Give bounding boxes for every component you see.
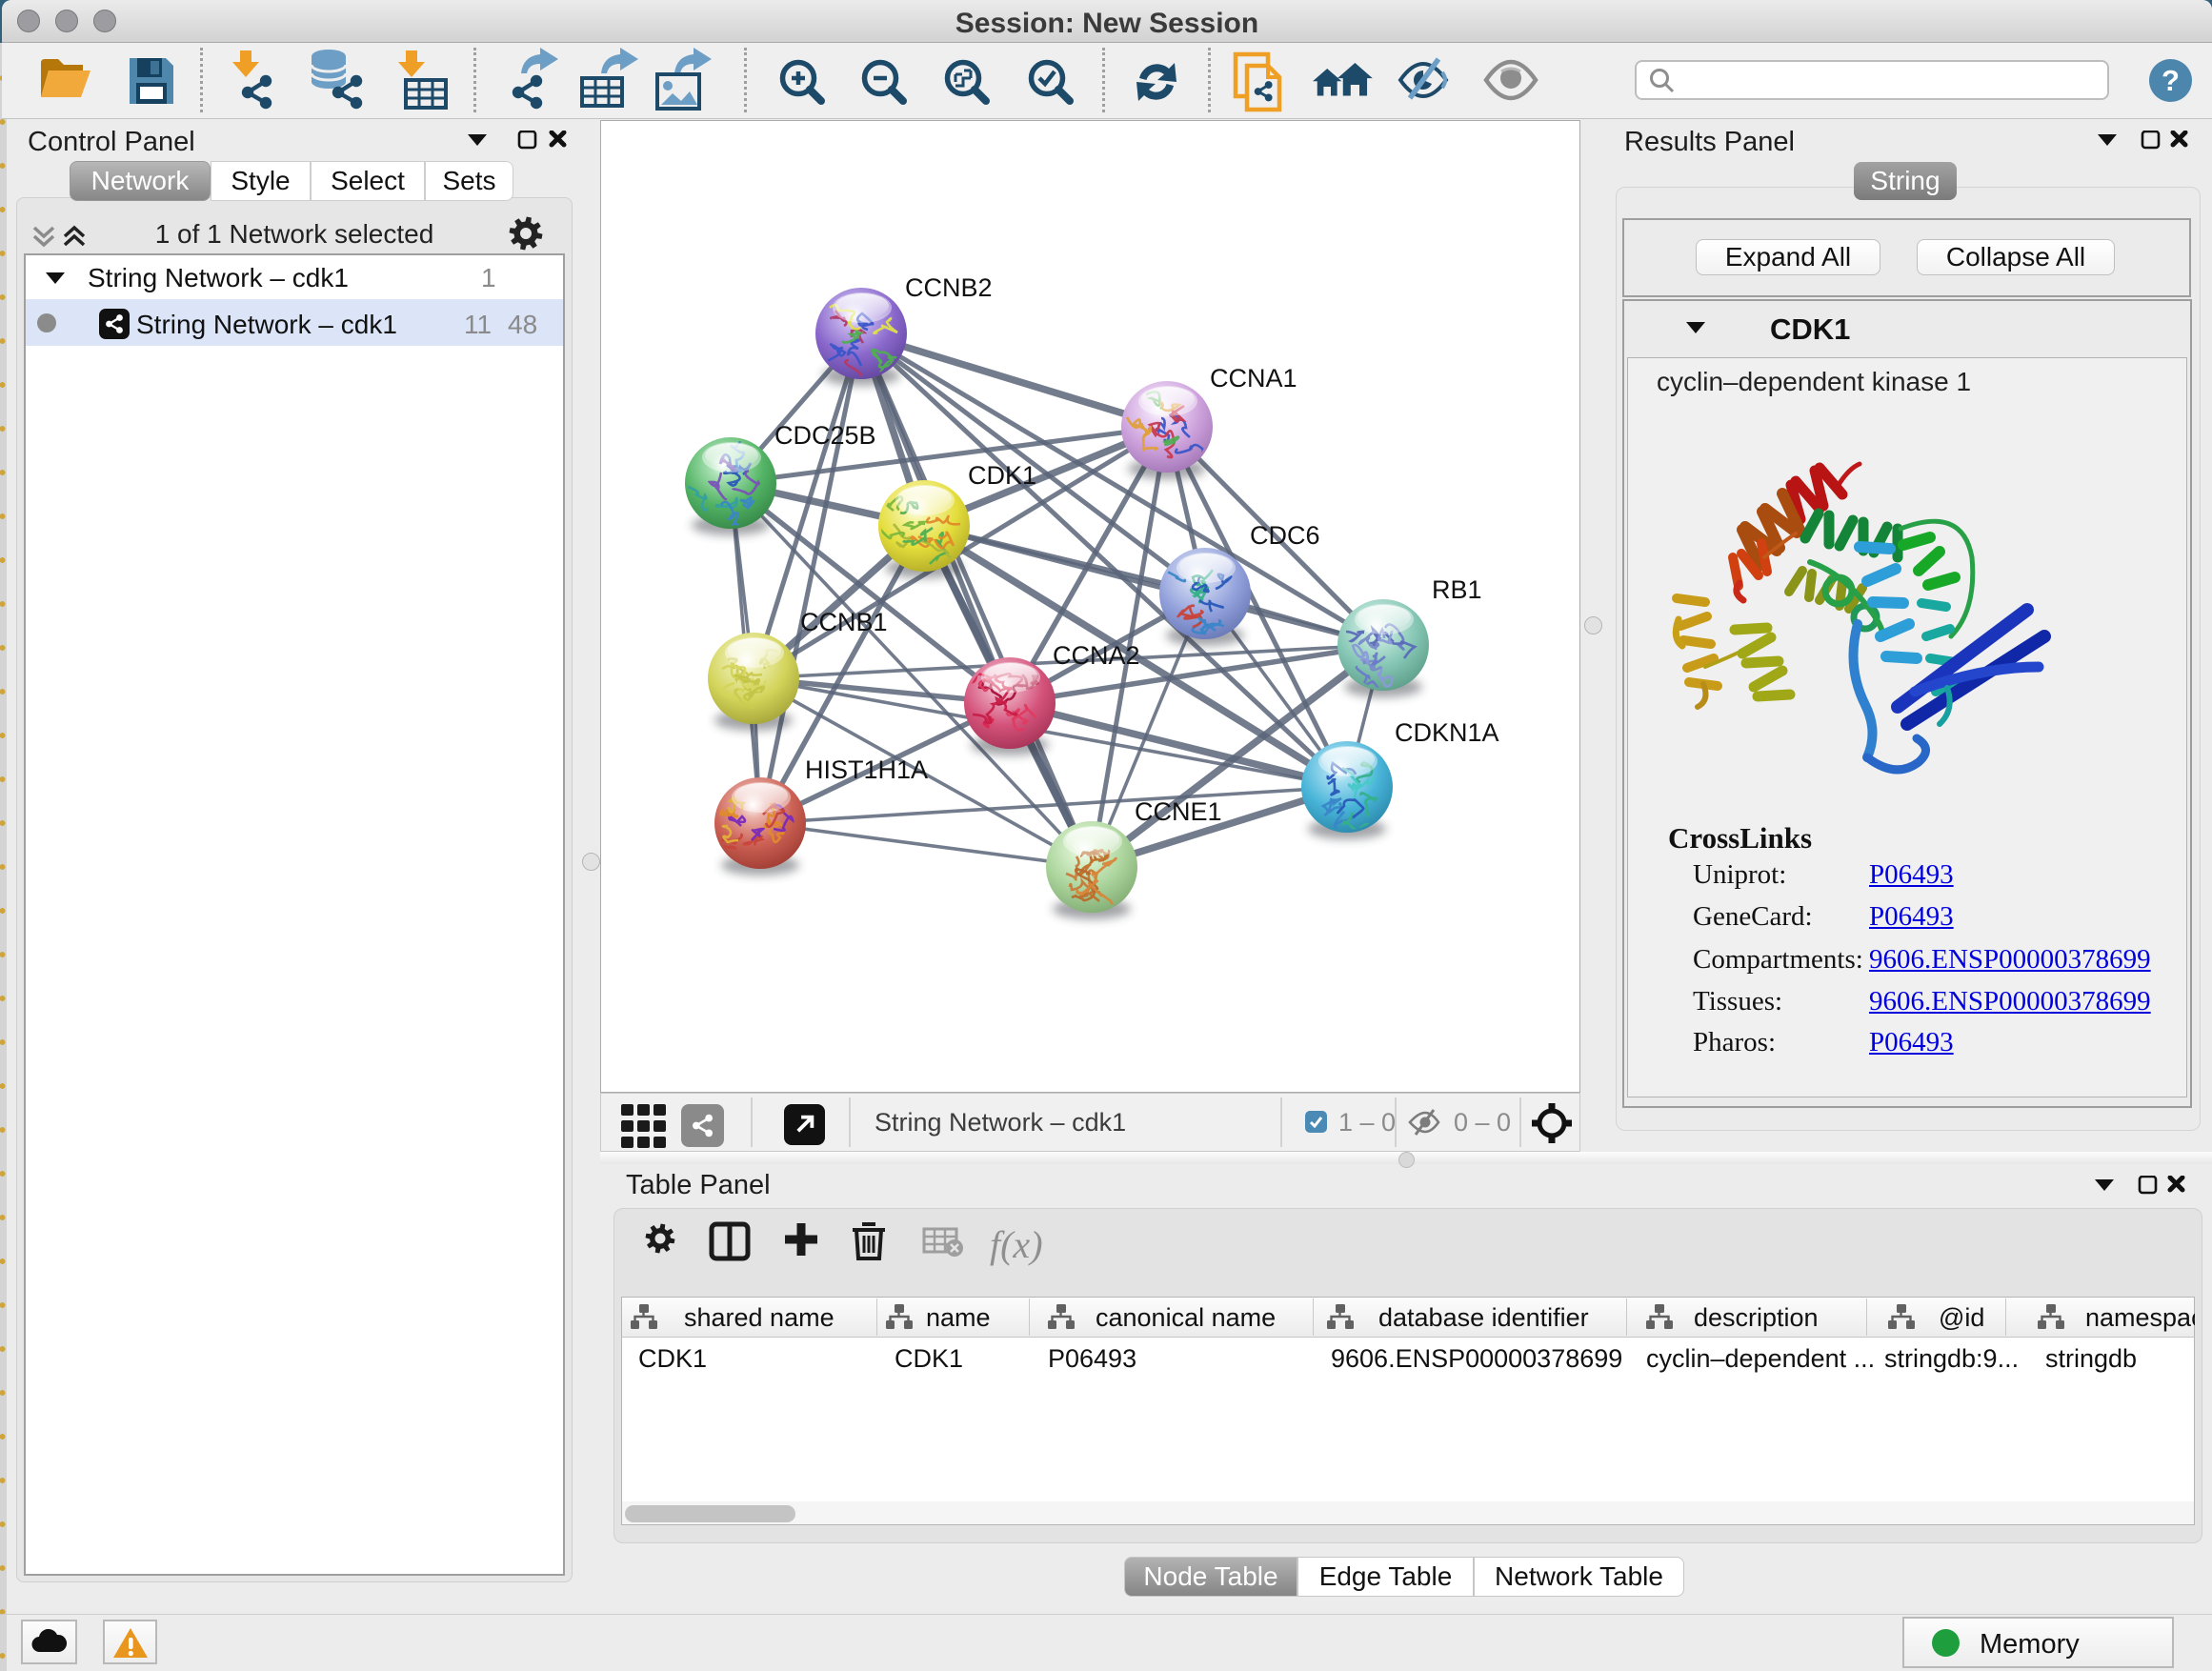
svg-text:CCNB1: CCNB1 (800, 608, 888, 636)
svg-text:HIST1H1A: HIST1H1A (805, 755, 928, 784)
svg-text:CCNA2: CCNA2 (1053, 641, 1140, 670)
svg-text:CCNE1: CCNE1 (1135, 797, 1222, 826)
svg-text:CCNA1: CCNA1 (1210, 364, 1297, 393)
svg-text:CCNB2: CCNB2 (905, 273, 993, 302)
svg-text:CDKN1A: CDKN1A (1395, 718, 1499, 747)
svg-text:CDC6: CDC6 (1250, 521, 1320, 550)
svg-text:RB1: RB1 (1432, 575, 1482, 604)
svg-text:CDC25B: CDC25B (774, 421, 876, 450)
svg-text:CDK1: CDK1 (968, 461, 1036, 490)
